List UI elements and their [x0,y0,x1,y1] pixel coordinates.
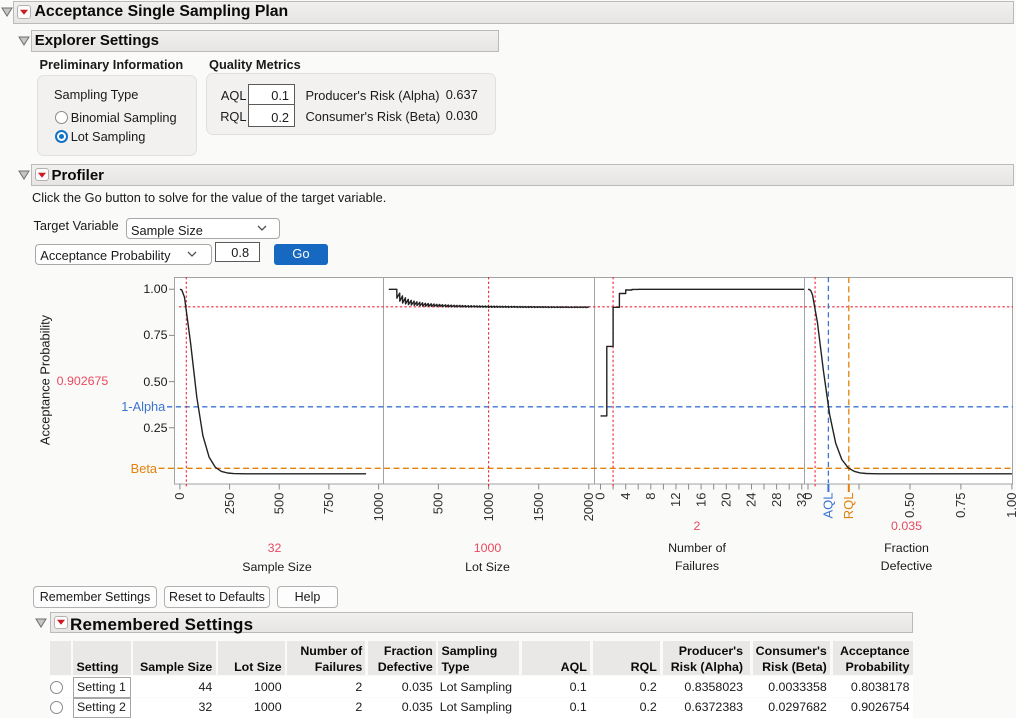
svg-text:250: 250 [222,493,237,515]
svg-text:4: 4 [618,493,633,500]
svg-text:0.75: 0.75 [953,493,968,518]
svg-text:1500: 1500 [531,493,546,522]
svg-text:750: 750 [321,493,336,515]
svg-text:20: 20 [719,493,734,507]
svg-text:AQL: AQL [821,493,836,519]
svg-text:28: 28 [769,493,784,507]
svg-text:1000: 1000 [481,493,496,522]
svg-text:0: 0 [800,493,815,500]
svg-text:8: 8 [643,493,658,500]
svg-text:1.00: 1.00 [1004,493,1016,518]
svg-text:1000: 1000 [371,493,386,522]
svg-text:0.50: 0.50 [902,493,917,518]
svg-text:500: 500 [431,493,446,515]
svg-text:0: 0 [172,493,187,500]
svg-text:16: 16 [693,493,708,507]
svg-text:0: 0 [593,493,608,500]
svg-text:12: 12 [668,493,683,507]
svg-text:RQL: RQL [841,493,856,520]
svg-text:24: 24 [744,493,759,507]
svg-text:500: 500 [271,493,286,515]
